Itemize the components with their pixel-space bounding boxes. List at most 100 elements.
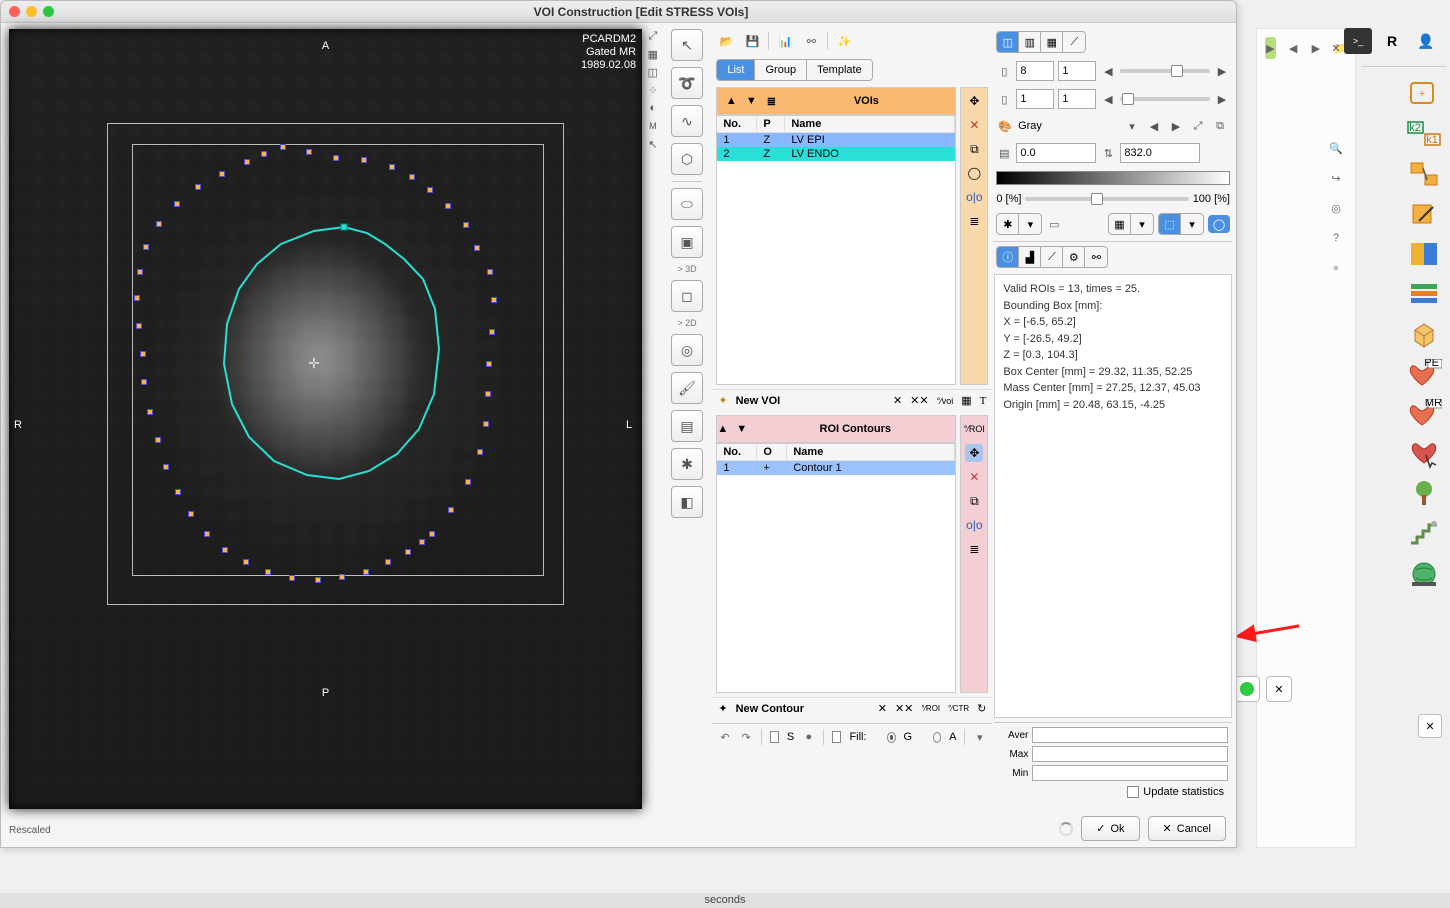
info-tab-icon[interactable]: ⓘ (997, 247, 1019, 267)
render-mode-a-icon[interactable]: ⬚ (1159, 214, 1181, 234)
tree-icon[interactable] (1406, 479, 1442, 509)
contour-close-icon[interactable]: ✕ (878, 702, 887, 715)
view-layout-toggle[interactable]: ◫ ▥ ▦ ⟋ (996, 31, 1086, 53)
bg-help-icon[interactable]: ? (1325, 227, 1347, 249)
render-grid-icon[interactable]: ▦ (1109, 214, 1131, 234)
undo-icon[interactable]: ↶ (718, 728, 731, 746)
new-voi-close-icon[interactable]: ✕ (893, 394, 902, 407)
tab-list[interactable]: List (717, 60, 755, 80)
cursor-tool[interactable]: ↖ (671, 29, 703, 61)
minimize-window-icon[interactable] (26, 6, 37, 17)
level-max-input[interactable] (1120, 143, 1200, 163)
k1k2-icon[interactable]: k2k1 (1406, 119, 1442, 149)
heart-pet-icon[interactable]: PET (1406, 359, 1442, 389)
cancel-button[interactable]: ✕Cancel (1148, 816, 1226, 841)
ok-button[interactable]: ✓Ok (1081, 816, 1139, 841)
render-opt-drop-icon[interactable]: ▾ (1019, 214, 1041, 234)
expand-icon[interactable]: ⤢ (646, 29, 660, 43)
contour-refresh-icon[interactable]: ↻ (977, 702, 986, 715)
bg-prev-icon[interactable]: ◀ (1288, 37, 1299, 59)
colormap-next-icon[interactable]: ▶ (1168, 117, 1184, 135)
sidebar-close-button[interactable]: ✕ (1418, 714, 1442, 738)
min-input[interactable] (1032, 765, 1228, 781)
update-stats-checkbox[interactable] (1127, 786, 1139, 798)
voi-row-1[interactable]: 1 Z LV EPI (717, 133, 955, 147)
link-tab-icon[interactable]: ⚯ (1085, 247, 1107, 267)
globe-icon[interactable] (1406, 559, 1442, 589)
next-coord-icon[interactable]: ▶ (1214, 90, 1230, 108)
heart-mri-icon[interactable]: MRI (1406, 399, 1442, 429)
menu-icon[interactable] (1446, 28, 1450, 42)
endo-contour[interactable] (219, 219, 451, 484)
anchor-tool[interactable]: ✱ (671, 448, 703, 480)
grid4-icon[interactable]: ▦ (646, 47, 660, 61)
voi-delete-icon[interactable]: ✕ (965, 116, 983, 134)
new-voi-label[interactable]: New VOI (736, 395, 781, 407)
vsplit-icon[interactable]: ◫ (646, 65, 660, 79)
roi-mirror-icon[interactable]: o|o (965, 516, 983, 534)
voi-copy-icon[interactable]: ⧉ (965, 140, 983, 158)
voi-clear-all-icon[interactable]: ✕✕ (910, 394, 928, 407)
m-icon[interactable]: M (646, 119, 660, 133)
contrast-icon[interactable]: ◐ (646, 101, 660, 115)
link-boxes-icon[interactable] (1406, 159, 1442, 189)
bg-play-icon[interactable]: ▶ (1265, 37, 1276, 59)
bg-arrow-icon[interactable]: ↪ (1325, 167, 1347, 189)
fill-g-radio[interactable] (887, 732, 896, 743)
roi-stack-icon[interactable]: ≣ (965, 540, 983, 558)
contour-ctr-icon[interactable]: °⁄CTR (948, 704, 969, 713)
slice-b-input[interactable] (1058, 61, 1096, 81)
render-circle-icon[interactable]: ◯ (1208, 215, 1230, 233)
roi-col-no[interactable]: No. (717, 444, 757, 460)
render-opt-1-icon[interactable]: ✱ (997, 214, 1019, 234)
voi-row-2[interactable]: 2 Z LV ENDO (717, 147, 955, 161)
colormap-dropdown-icon[interactable]: ▾ (1124, 117, 1140, 135)
layout-3-icon[interactable]: ▦ (1041, 32, 1063, 52)
voi-move-icon[interactable]: ✥ (965, 92, 983, 110)
stairs-icon[interactable] (1406, 519, 1442, 549)
lasso-tool[interactable]: ➰ (671, 67, 703, 99)
voi-circle-icon[interactable]: ◯ (965, 164, 983, 182)
voi-col-no[interactable]: No. (717, 116, 757, 132)
roi-delete-icon[interactable]: ✕ (965, 468, 983, 486)
open-icon[interactable]: 📂 (716, 31, 736, 51)
contour-clear-icon[interactable]: ✕✕ (895, 702, 913, 715)
profile-tab-icon[interactable]: ⟋ (1041, 247, 1063, 267)
redo-icon[interactable]: ↷ (740, 728, 753, 746)
axis-1-icon[interactable]: ▯ (996, 62, 1012, 80)
prev-coord-icon[interactable]: ◀ (1100, 90, 1116, 108)
eye-icon[interactable]: ● (802, 728, 815, 746)
fill-a-radio[interactable] (933, 732, 942, 743)
voi-sort-down-icon[interactable]: ▼ (743, 93, 759, 109)
contour-roi-icon[interactable]: °⁄ROI (921, 704, 940, 713)
edit-box-icon[interactable] (1406, 199, 1442, 229)
link-chain-icon[interactable]: ⚯ (801, 31, 821, 51)
level-min-input[interactable] (1016, 143, 1096, 163)
bg-target-icon[interactable]: ◎ (1325, 197, 1347, 219)
dot-grid-icon[interactable]: ⁘ (646, 83, 660, 97)
tab-template[interactable]: Template (807, 60, 872, 80)
chart-icon[interactable]: 📊 (775, 31, 795, 51)
max-input[interactable] (1032, 746, 1228, 762)
terminal-icon[interactable]: >_ (1344, 28, 1372, 54)
target-tool[interactable]: ◎ (671, 334, 703, 366)
next-slice-icon[interactable]: ▶ (1214, 62, 1230, 80)
layout-2-icon[interactable]: ▥ (1019, 32, 1041, 52)
heart-click-icon[interactable] (1406, 439, 1442, 469)
colormap-wheel-icon[interactable]: 🎨 (998, 120, 1012, 133)
bg-search-icon[interactable]: 🔍 (1325, 137, 1347, 159)
stack-bars-icon[interactable] (1406, 279, 1442, 309)
roi-move-icon[interactable]: ✥ (965, 444, 983, 462)
voi-filter-icon[interactable]: ≣ (763, 93, 779, 109)
cube-tool[interactable]: ▣ (671, 226, 703, 258)
prev-slice-icon[interactable]: ◀ (1100, 62, 1116, 80)
voi-text-icon[interactable]: T (980, 395, 987, 407)
s-checkbox[interactable] (770, 731, 779, 743)
voi-mirror-icon[interactable]: o|o (965, 188, 983, 206)
fill-checkbox[interactable] (832, 731, 841, 743)
roi-sort-down-icon[interactable]: ▼ (736, 423, 747, 435)
bg-next-icon[interactable]: ▶ (1311, 37, 1322, 59)
split-color-icon[interactable] (1406, 239, 1442, 269)
render-mode-drop-icon[interactable]: ▾ (1181, 214, 1203, 234)
coord-b-input[interactable] (1058, 89, 1096, 109)
